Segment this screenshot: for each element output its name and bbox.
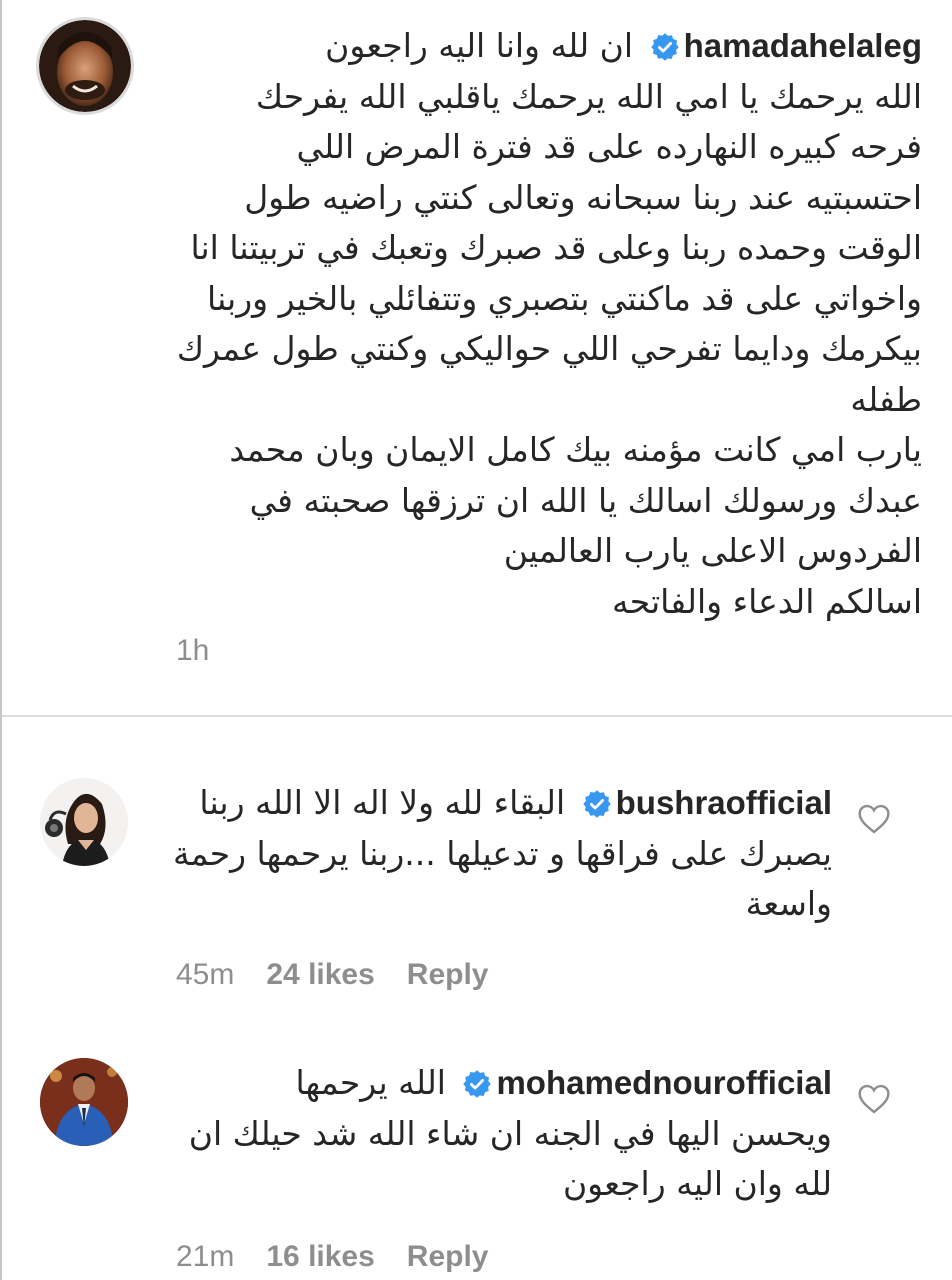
comment-text: mohamednourofficial الله يرحمها ويحسن ال…: [142, 1058, 832, 1210]
avatar-photo: [40, 1058, 128, 1146]
comment-line: يارب امي كانت مؤمنه بيك كامل الايمان وبا…: [229, 430, 922, 469]
reply-button[interactable]: Reply: [407, 958, 489, 992]
heart-outline-icon[interactable]: [857, 1084, 891, 1114]
comment-line: احتسبتيه عند ربنا سبحانه وتعالى كنتي راض…: [244, 177, 922, 217]
comment-item: mohamednourofficial الله يرحمها ويحسن ال…: [0, 1018, 952, 1280]
comment-main: hamadahelaleg ان لله وانا اليه راجعون ال…: [0, 0, 952, 716]
comment-line: فرحه كبيره النهارده على قد فترة المرض ال…: [296, 127, 922, 166]
verified-badge-icon: [650, 26, 680, 61]
divider: [2, 715, 952, 717]
comment-line: طفله: [850, 379, 922, 419]
comment-line: لله وان اليه راجعون: [562, 1164, 832, 1203]
comment-text: bushraofficial البقاء لله ولا اله الا ال…: [142, 778, 832, 930]
comment-line: واخواتي على قد ماكنتي بتصبري وتتفائلي با…: [207, 278, 922, 318]
reply-button[interactable]: Reply: [407, 1240, 489, 1274]
avatar[interactable]: [40, 1058, 128, 1146]
comment-meta: 21m 16 likes Reply: [176, 1240, 489, 1274]
comment-text: hamadahelaleg ان لله وانا اليه راجعون ال…: [162, 21, 922, 627]
comment-line: الله يرحمها: [295, 1063, 446, 1102]
avatar-photo: [40, 778, 128, 866]
comment-time: 1h: [176, 634, 210, 667]
avatar[interactable]: [36, 17, 134, 115]
comment-line: اسالكم الدعاء والفاتحه: [612, 581, 922, 621]
comment-line: يصبرك على فراقها و تدعيلها ...ربنا يرحمه…: [172, 833, 832, 873]
comment-header-line: mohamednourofficial الله يرحمها: [142, 1058, 833, 1109]
comment-header-line: bushraofficial البقاء لله ولا اله الا ال…: [142, 778, 832, 829]
comment-line: الله يرحمك يا امي الله يرحمك ياقلبي الله…: [255, 76, 922, 116]
comment-line: ويحسن اليها في الجنه ان شاء الله شد حيلك…: [188, 1113, 832, 1153]
verified-badge-icon: [582, 783, 612, 818]
comment-line: الوقت وحمده ربنا وعلى قد صبرك وتعبك في ت…: [190, 228, 922, 267]
comment-username[interactable]: hamadahelaleg: [684, 27, 922, 64]
comment-item: bushraofficial البقاء لله ولا اله الا ال…: [0, 718, 952, 1018]
comment-username[interactable]: bushraofficial: [616, 784, 832, 821]
comment-line: عبدك ورسولك اسالك يا الله ان ترزقها صحبت…: [249, 480, 922, 520]
likes-count[interactable]: 24 likes: [266, 958, 374, 992]
comment-header-line: hamadahelaleg ان لله وانا اليه راجعون: [162, 21, 922, 72]
comment-line: البقاء لله ولا اله الا الله ربنا: [199, 783, 566, 822]
comment-time: 21m: [176, 1240, 235, 1273]
comment-meta: 45m 24 likes Reply: [176, 958, 489, 992]
comment-line: واسعة: [745, 884, 832, 923]
comment-time: 45m: [176, 958, 235, 991]
avatar-photo: [39, 20, 131, 112]
verified-badge-icon: [462, 1063, 492, 1098]
comment-username[interactable]: mohamednourofficial: [496, 1064, 832, 1101]
comment-meta: 1h: [176, 634, 209, 668]
heart-outline-icon[interactable]: [857, 804, 891, 834]
comment-line: الفردوس الاعلى يارب العالمين: [503, 531, 922, 570]
comment-line: بيكرمك ودايما تفرحي اللي حواليكي وكنتي ط…: [176, 329, 922, 368]
likes-count[interactable]: 16 likes: [266, 1240, 374, 1274]
comment-line: ان لله وانا اليه راجعون: [325, 26, 634, 65]
avatar[interactable]: [40, 778, 128, 866]
